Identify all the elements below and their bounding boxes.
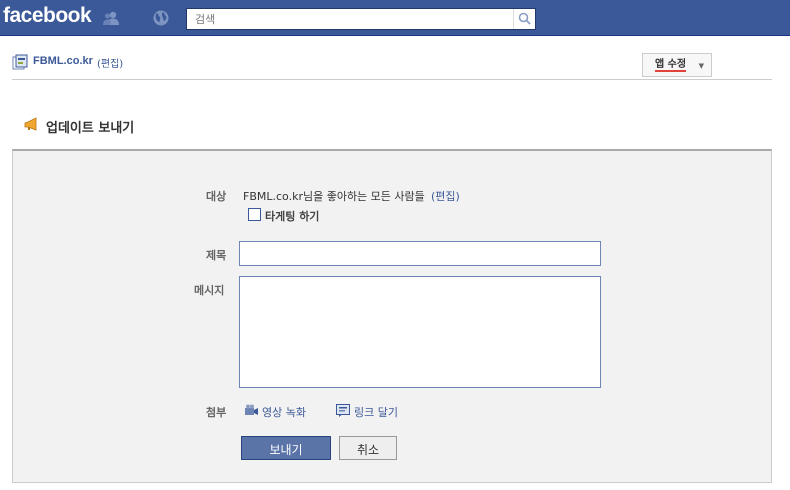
search-box <box>186 8 536 30</box>
friends-icon[interactable] <box>102 9 120 27</box>
subject-input[interactable] <box>239 241 601 266</box>
megaphone-icon <box>24 117 37 131</box>
send-button[interactable]: 보내기 <box>241 436 331 460</box>
edit-app-button[interactable]: 앱 수정 ▼ <box>642 53 712 77</box>
page-name-link[interactable]: FBML.co.kr <box>33 55 93 67</box>
section-title: 업데이트 보내기 <box>46 121 135 136</box>
link-icon <box>336 404 350 417</box>
attach-label: 첨부 <box>206 406 227 419</box>
page-icon <box>12 54 28 70</box>
cancel-button[interactable]: 취소 <box>339 436 397 460</box>
search-button[interactable] <box>513 9 535 29</box>
facebook-logo[interactable]: facebook <box>3 4 92 28</box>
globe-icon[interactable] <box>152 9 170 27</box>
message-textarea[interactable] <box>239 276 601 388</box>
page-edit-link[interactable]: (편집) <box>97 55 123 70</box>
search-input[interactable] <box>187 9 513 29</box>
subject-label: 제목 <box>206 249 227 262</box>
edit-app-label: 앱 수정 <box>655 59 687 72</box>
targeting-checkbox[interactable] <box>248 208 261 221</box>
recipients-edit-link[interactable]: (편집) <box>431 188 460 204</box>
message-label: 메시지 <box>194 284 225 297</box>
page-header: FBML.co.kr (편집) 앱 수정 ▼ <box>12 52 772 80</box>
cancel-button-label: 취소 <box>356 443 380 457</box>
top-bar: facebook <box>0 0 790 36</box>
attach-link-label: 링크 달기 <box>354 406 398 419</box>
targeting-label[interactable]: 타게팅 하기 <box>265 208 319 224</box>
update-form: 대상 FBML.co.kr님을 좋아하는 모든 사람들 (편집) 타게팅 하기 … <box>12 149 772 483</box>
attach-video-label: 영상 녹화 <box>262 406 306 419</box>
chevron-down-icon: ▼ <box>698 62 704 70</box>
search-icon <box>518 12 531 25</box>
to-label: 대상 <box>206 190 227 203</box>
video-camera-icon <box>245 404 258 415</box>
send-button-label: 보내기 <box>269 443 303 457</box>
recipients-text: FBML.co.kr님을 좋아하는 모든 사람들 <box>243 190 425 203</box>
